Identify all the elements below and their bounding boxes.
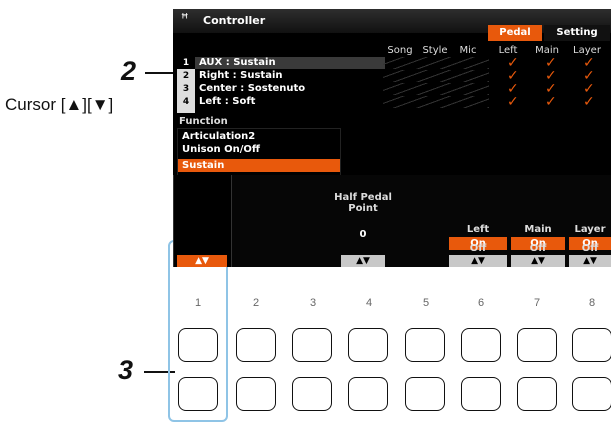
half-pedal-label-line1: Half Pedal [334, 192, 392, 203]
function-item[interactable]: Articulation2 [178, 130, 340, 143]
part-left-off[interactable]: Off [449, 242, 507, 255]
pedal-name: Left : Soft [199, 96, 256, 107]
button-2-upper[interactable] [236, 328, 276, 362]
half-pedal-value[interactable]: 0 [341, 228, 385, 241]
tab-setting[interactable]: Setting [544, 25, 610, 41]
pedal-name: AUX : Sustain [199, 57, 276, 68]
button-2-lower[interactable] [236, 377, 276, 411]
column-header-style: Style [422, 45, 448, 56]
disabled-cells [383, 96, 489, 108]
panel-col-1 [173, 175, 232, 267]
screen-title: Controller [203, 14, 266, 27]
function-item[interactable]: Unison On/Off [178, 143, 340, 156]
step-2-callout: 2 [121, 56, 137, 86]
pedal-index: 2 [182, 71, 190, 81]
pedal-index: 1 [177, 57, 195, 69]
part-layer-off[interactable]: Off [569, 242, 611, 255]
check-left[interactable]: ✓ [507, 94, 519, 110]
check-layer[interactable]: ✓ [583, 94, 595, 110]
part-left-arrow-button[interactable]: ▲▼ [449, 255, 507, 267]
function-item-selected[interactable]: Sustain [178, 159, 340, 172]
button-number-4: 4 [365, 297, 373, 309]
button-number-1: 1 [194, 297, 202, 309]
part-layer-arrow-button[interactable]: ▲▼ [569, 255, 611, 267]
button-8-lower[interactable] [572, 377, 611, 411]
half-pedal-label: Half Pedal Point [323, 192, 403, 214]
button-5-upper[interactable] [405, 328, 445, 362]
cursor-keys-label: Cursor [▲][▼] [5, 95, 114, 114]
check-main[interactable]: ✓ [545, 94, 557, 110]
disabled-cells [383, 83, 489, 95]
button-8-upper[interactable] [572, 328, 611, 362]
button-3-upper[interactable] [292, 328, 332, 362]
button-number-3: 3 [309, 297, 317, 309]
button-1-upper[interactable] [178, 328, 218, 362]
pedal-name: Center : Sostenuto [199, 83, 306, 94]
button-5-lower[interactable] [405, 377, 445, 411]
button-1-lower[interactable] [178, 377, 218, 411]
pedal-index: 3 [182, 84, 190, 94]
function-list[interactable]: Articulation2 Unison On/Off Sustain [177, 128, 341, 176]
part-main-off[interactable]: Off [511, 242, 565, 255]
pedal-icon: ꟸ [181, 12, 189, 27]
button-4-upper[interactable] [348, 328, 388, 362]
button-number-8: 8 [588, 297, 596, 309]
tab-pedal[interactable]: Pedal [488, 25, 542, 41]
half-pedal-arrow-button[interactable]: ▲▼ [341, 255, 385, 267]
button-7-lower[interactable] [517, 377, 557, 411]
part-layer-label: Layer [574, 224, 606, 235]
column-header-mic: Mic [459, 45, 477, 56]
step-3-callout: 3 [118, 355, 134, 385]
pedal-index: 4 [182, 97, 190, 107]
part-main-arrow-button[interactable]: ▲▼ [511, 255, 565, 267]
step-2-leader-line [145, 72, 175, 74]
button-number-2: 2 [252, 297, 260, 309]
button-number-5: 5 [422, 297, 430, 309]
button-3-lower[interactable] [292, 377, 332, 411]
function-label: Function [179, 116, 228, 127]
lcd-screen: ꟸ Controller Pedal Setting Song Style Mi… [173, 9, 611, 267]
button-6-lower[interactable] [461, 377, 501, 411]
col-1-arrow-button[interactable]: ▲▼ [177, 255, 227, 267]
button-4-lower[interactable] [348, 377, 388, 411]
half-pedal-label-line2: Point [348, 203, 378, 214]
part-main-label: Main [524, 224, 552, 235]
disabled-cells [383, 57, 489, 69]
pedal-row[interactable]: 4 Left : Soft ✓ ✓ ✓ [177, 94, 611, 110]
button-number-7: 7 [533, 297, 541, 309]
part-left-label: Left [466, 224, 490, 235]
button-6-upper[interactable] [461, 328, 501, 362]
pedal-name: Right : Sustain [199, 70, 283, 81]
column-header-song: Song [387, 45, 413, 56]
button-number-6: 6 [477, 297, 485, 309]
disabled-cells [383, 70, 489, 82]
button-7-upper[interactable] [517, 328, 557, 362]
